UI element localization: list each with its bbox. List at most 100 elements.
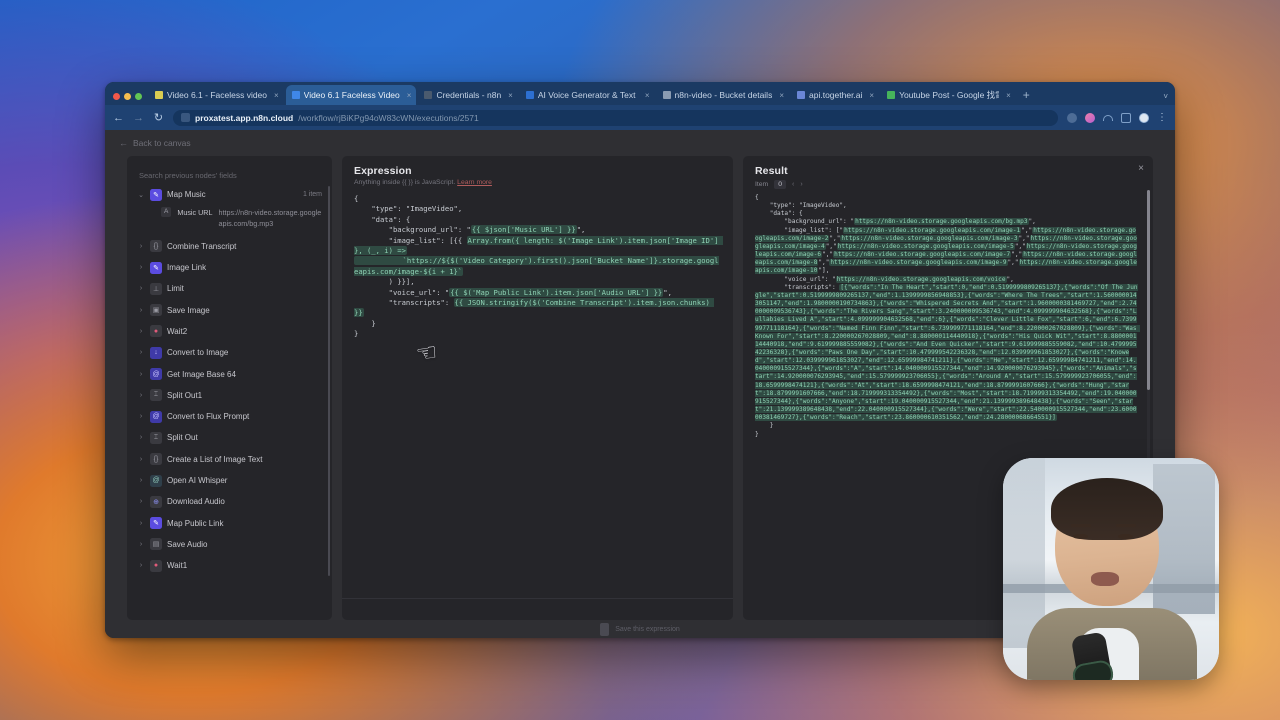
chevron-right-icon[interactable]: › [137, 520, 145, 527]
back-to-canvas-link[interactable]: Back to canvas [133, 138, 191, 148]
node-list-item-label: Open AI Whisper [167, 476, 228, 486]
chevron-right-icon[interactable]: › [137, 456, 145, 463]
back-arrow-icon[interactable]: ← [119, 138, 128, 148]
expression-code-text[interactable]: { "type": "ImageVideo", "data": { "backg… [354, 194, 723, 340]
node-list-item[interactable]: › ✎ Map Public Link [133, 512, 328, 533]
browser-tab[interactable]: Youtube Post - Google 找電腦 × [881, 85, 1016, 105]
chevron-right-icon[interactable]: › [137, 243, 145, 250]
browser-tab[interactable]: api.together.ai × [791, 85, 879, 105]
new-tab-button[interactable]: + [1016, 88, 1037, 105]
back-button[interactable]: ← [113, 112, 124, 124]
node-list-item[interactable]: › @ Open AI Whisper [133, 470, 328, 491]
node-list-item[interactable]: › ● Wait1 [133, 555, 328, 576]
chevron-right-icon[interactable]: › [137, 562, 145, 569]
chevron-right-icon[interactable]: › [137, 477, 145, 484]
search-input-placeholder[interactable]: Search previous nodes' fields [139, 171, 237, 180]
tab-label: Credentials - n8n [436, 90, 502, 100]
extension-pink-icon[interactable] [1085, 112, 1095, 123]
openai-icon: @ [150, 474, 162, 487]
node-list-item[interactable]: › {} Combine Transcript [133, 236, 328, 257]
reload-button[interactable]: ↻ [153, 111, 164, 124]
pen-icon: ✎ [150, 188, 162, 201]
node-list-item[interactable]: › {} Create a List of Image Text [133, 449, 328, 470]
code-icon: {} [150, 453, 162, 466]
input-search-row[interactable]: Search previous nodes' fields [127, 156, 332, 187]
address-bar[interactable]: proxatest.app.n8n.cloud/workflow/rjBiKPg… [173, 109, 1058, 126]
tab-close-icon[interactable]: × [869, 91, 874, 100]
node-list-item[interactable]: › @ Get Image Base 64 [133, 363, 328, 384]
chevron-right-icon[interactable]: › [137, 371, 145, 378]
chevron-right-icon[interactable]: › [137, 413, 145, 420]
extension-arc-icon[interactable] [1103, 114, 1113, 121]
chevron-right-icon[interactable]: › [137, 392, 145, 399]
tab-close-icon[interactable]: × [508, 91, 513, 100]
previous-nodes-list[interactable]: ⌄ ✎ Map Music 1 item A Music URL https://n8n-v… [127, 184, 332, 620]
chevron-down-icon[interactable]: ⌄ [137, 191, 145, 199]
minimize-window-button[interactable] [124, 93, 131, 100]
chevron-right-icon[interactable]: › [137, 434, 145, 441]
profile-avatar[interactable] [1139, 112, 1149, 123]
node-list-item[interactable]: › ⊥ Limit [133, 278, 328, 299]
node-list-item[interactable]: › ⊕ Download Audio [133, 491, 328, 512]
input-panel-scrollbar[interactable] [328, 186, 330, 576]
browser-tab[interactable]: AI Voice Generator & Text to × [520, 85, 655, 105]
browser-tab[interactable]: n8n-video - Bucket details × [657, 85, 789, 105]
wait-icon: ● [150, 559, 162, 572]
save-icon: ▤ [150, 538, 162, 551]
node-list-item[interactable]: › ⌶ Split Out1 [133, 385, 328, 406]
node-list-item[interactable]: › ✎ Image Link [133, 257, 328, 278]
node-list-item-label: Limit [167, 284, 184, 294]
star-icon[interactable] [1067, 112, 1077, 123]
node-list-item-label: Download Audio [167, 497, 225, 507]
expression-subtitle: Anything inside {{ }} is JavaScript. Lea… [354, 179, 721, 186]
chevron-right-icon[interactable]: › [137, 498, 145, 505]
close-window-button[interactable] [113, 93, 120, 100]
tab-close-icon[interactable]: × [645, 91, 650, 100]
node-list-item[interactable]: › ▣ Save Image [133, 300, 328, 321]
learn-more-link[interactable]: Learn more [457, 179, 492, 186]
forward-button[interactable]: → [133, 112, 144, 124]
node-list-item[interactable]: › ⌶ Split Out [133, 427, 328, 448]
node-list-item[interactable]: › ↓ Convert to Image [133, 342, 328, 363]
node-list-item-label: Combine Transcript [167, 241, 237, 251]
expression-subtitle-post: is JavaScript. [412, 179, 458, 186]
maximize-window-button[interactable] [135, 93, 142, 100]
tab-close-icon[interactable]: × [779, 91, 784, 100]
node-list-item[interactable]: › ▤ Save Audio [133, 534, 328, 555]
next-item-button[interactable]: › [800, 181, 802, 188]
footer-toggle-icon[interactable] [600, 622, 610, 636]
chevron-right-icon[interactable]: › [137, 541, 145, 548]
expression-code-editor[interactable]: { "type": "ImageVideo", "data": { "backg… [348, 189, 727, 594]
browser-tab[interactable]: Video 6.1 - Faceless video - × [149, 85, 284, 105]
n8n-top-bar: ← Back to canvas [105, 130, 1175, 156]
pen-icon: ✎ [150, 517, 162, 530]
browser-tab[interactable]: Video 6.1 Faceless Video × [285, 85, 417, 105]
kebab-menu-icon[interactable]: ⋮ [1157, 112, 1167, 123]
tab-label: AI Voice Generator & Text to [537, 90, 638, 100]
chevron-right-icon[interactable]: › [137, 328, 145, 335]
chevron-right-icon[interactable]: › [137, 285, 145, 292]
tab-close-icon[interactable]: × [274, 91, 279, 100]
node-list-item[interactable]: › ● Wait2 [133, 321, 328, 342]
node-list-item-label: Save Image [167, 305, 210, 315]
prev-item-button[interactable]: ‹ [792, 181, 794, 188]
tab-list-chevron-icon[interactable]: ˅ [1156, 92, 1175, 105]
tab-close-icon[interactable]: × [1006, 91, 1011, 100]
result-scrollbar-thumb[interactable] [1147, 190, 1150, 390]
chevron-right-icon[interactable]: › [137, 307, 145, 314]
url-path: /workflow/rjBiKPg94oW83cWN/executions/25… [298, 112, 479, 123]
tab-close-icon[interactable]: × [407, 91, 412, 100]
field-type-badge: A [161, 207, 172, 218]
site-settings-icon[interactable] [181, 113, 190, 122]
close-icon[interactable]: × [1138, 164, 1144, 174]
node-details-view: Search previous nodes' fields ⌄ ✎ Map Musi… [127, 156, 1153, 620]
item-index-value[interactable]: 0 [774, 180, 786, 189]
chevron-right-icon[interactable]: › [137, 349, 145, 356]
browser-tab[interactable]: Credentials - n8n × [418, 85, 517, 105]
node-list-item[interactable]: › @ Convert to Flux Prompt [133, 406, 328, 427]
chevron-right-icon[interactable]: › [137, 264, 145, 271]
node-list-item[interactable]: ⌄ ✎ Map Music 1 item [133, 184, 328, 205]
node-field-row[interactable]: A Music URL https://n8n-video.storage.goog… [133, 205, 328, 235]
extension-box-icon[interactable] [1121, 112, 1131, 123]
tab-label: api.together.ai [809, 90, 863, 100]
